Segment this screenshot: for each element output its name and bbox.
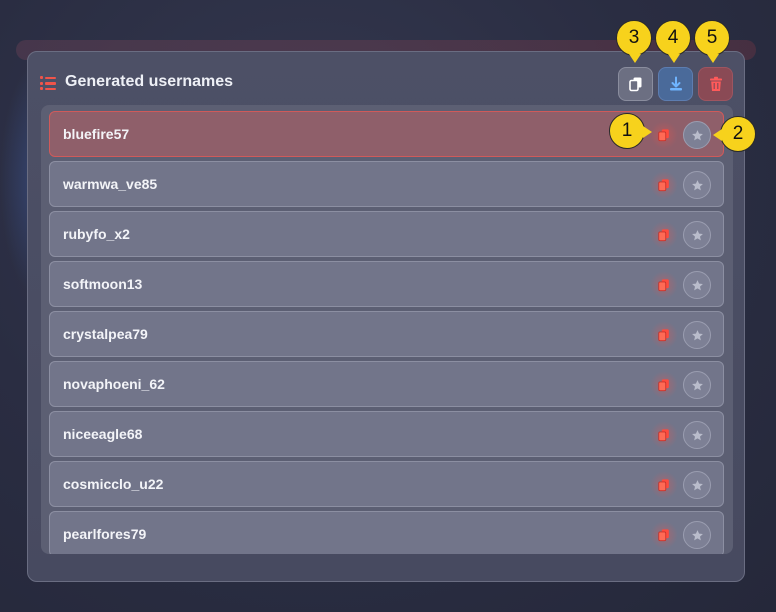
copy-username-button[interactable]: [650, 121, 678, 149]
copy-icon: [658, 329, 669, 342]
username-row[interactable]: rubyfo_x2: [49, 211, 724, 257]
copy-username-button[interactable]: [650, 421, 678, 449]
annotation-badge-4: 4: [655, 20, 691, 63]
favorite-button[interactable]: [683, 121, 711, 149]
username-row[interactable]: softmoon13: [49, 261, 724, 307]
username-label: softmoon13: [63, 276, 143, 292]
star-icon: [691, 179, 703, 190]
username-label: cosmicclo_u22: [63, 476, 164, 492]
copy-username-button[interactable]: [650, 171, 678, 199]
username-row[interactable]: crystalpea79: [49, 311, 724, 357]
star-icon: [691, 379, 703, 390]
copy-icon: [658, 379, 669, 392]
favorite-button[interactable]: [683, 471, 711, 499]
annotation-badge-3: 3: [616, 20, 652, 63]
copy-icon: [658, 129, 669, 142]
list-icon: [40, 76, 56, 90]
username-label: niceeagle68: [63, 426, 143, 442]
trash-icon: [709, 76, 722, 91]
copy-icon: [658, 179, 669, 192]
star-icon: [691, 329, 703, 340]
page: Generated usernames bluefire57 warmwa_ve…: [0, 0, 776, 612]
copy-icon: [658, 529, 669, 542]
annotation-badge-1: 1: [609, 113, 652, 149]
download-button[interactable]: [658, 67, 693, 101]
annotation-label: 5: [706, 27, 718, 48]
download-icon: [669, 76, 682, 91]
copy-username-button[interactable]: [650, 471, 678, 499]
username-label: rubyfo_x2: [63, 226, 130, 242]
username-row[interactable]: pearlfores79: [49, 511, 724, 554]
favorite-button[interactable]: [683, 521, 711, 549]
favorite-button[interactable]: [683, 371, 711, 399]
copy-icon: [658, 479, 669, 492]
annotation-badge-5: 5: [694, 20, 730, 63]
username-label: warmwa_ve85: [63, 176, 158, 192]
username-label: bluefire57: [63, 126, 130, 142]
username-label: crystalpea79: [63, 326, 148, 342]
copy-username-button[interactable]: [650, 271, 678, 299]
copy-icon: [658, 279, 669, 292]
annotation-badge-2: 2: [713, 116, 756, 152]
star-icon: [691, 479, 703, 490]
annotation-label: 1: [621, 120, 633, 141]
favorite-button[interactable]: [683, 421, 711, 449]
username-row[interactable]: warmwa_ve85: [49, 161, 724, 207]
star-icon: [691, 229, 703, 240]
usernames-list[interactable]: bluefire57 warmwa_ve85 rubyfo_x2 softmoon13…: [41, 105, 733, 554]
annotation-label: 3: [628, 27, 640, 48]
favorite-button[interactable]: [683, 221, 711, 249]
annotation-label: 4: [667, 27, 679, 48]
star-icon: [691, 529, 703, 540]
username-row[interactable]: cosmicclo_u22: [49, 461, 724, 507]
username-row[interactable]: novaphoeni_62: [49, 361, 724, 407]
copy-username-button[interactable]: [650, 371, 678, 399]
copy-all-button[interactable]: [618, 67, 653, 101]
star-icon: [691, 279, 703, 290]
favorite-button[interactable]: [683, 171, 711, 199]
copy-icon: [628, 77, 641, 92]
star-icon: [691, 429, 703, 440]
copy-icon: [658, 429, 669, 442]
favorite-button[interactable]: [683, 271, 711, 299]
username-label: novaphoeni_62: [63, 376, 165, 392]
annotation-label: 2: [732, 123, 744, 144]
star-icon: [691, 129, 703, 140]
copy-icon: [658, 229, 669, 242]
favorite-button[interactable]: [683, 321, 711, 349]
copy-username-button[interactable]: [650, 321, 678, 349]
panel-title: Generated usernames: [65, 73, 234, 90]
delete-all-button[interactable]: [698, 67, 733, 101]
copy-username-button[interactable]: [650, 221, 678, 249]
username-row[interactable]: niceeagle68: [49, 411, 724, 457]
copy-username-button[interactable]: [650, 521, 678, 549]
username-label: pearlfores79: [63, 526, 147, 542]
